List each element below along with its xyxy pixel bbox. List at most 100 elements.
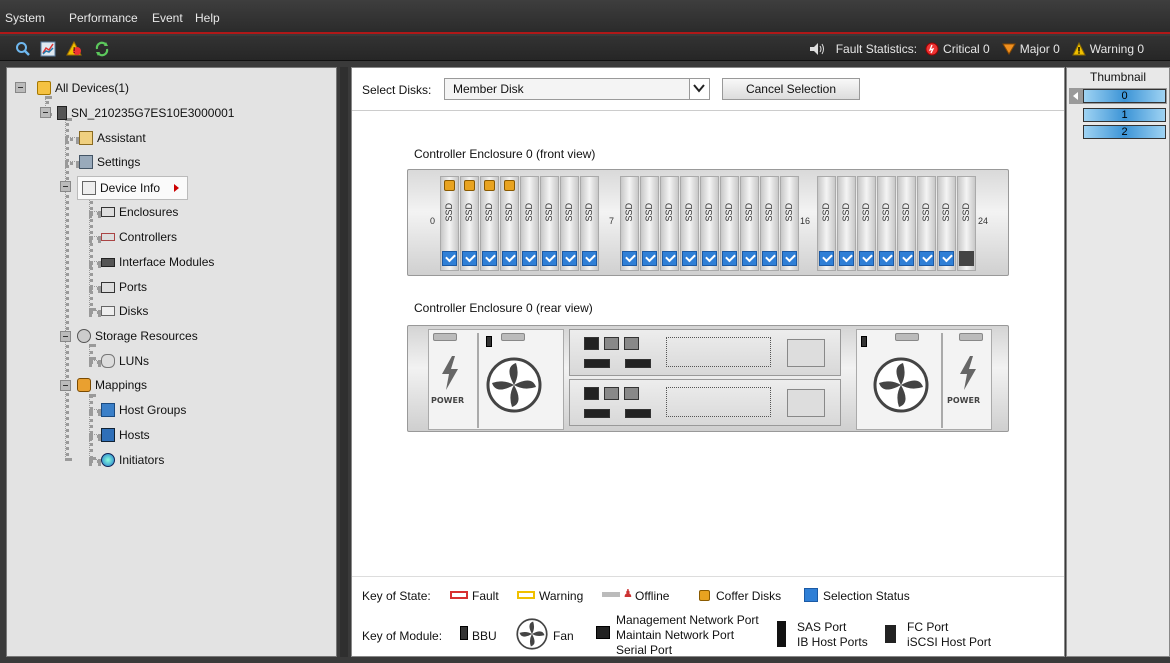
selection-check-icon[interactable]: [722, 251, 737, 266]
disk-bay-11[interactable]: SSD: [680, 176, 699, 271]
disk-bay-empty[interactable]: SSD: [957, 176, 976, 271]
tree-item-ports[interactable]: Ports: [101, 278, 147, 296]
tree-all-devices[interactable]: All Devices(1): [37, 79, 129, 97]
disk-bay-16[interactable]: SSD: [780, 176, 799, 271]
collapse-storage-resources[interactable]: [60, 331, 71, 342]
selection-check-icon[interactable]: [482, 251, 497, 266]
search-icon[interactable]: [15, 41, 31, 57]
disk-bay-6[interactable]: SSD: [560, 176, 579, 271]
fc-port-block[interactable]: [787, 339, 825, 367]
menu-system[interactable]: System: [5, 11, 45, 25]
selection-check-icon[interactable]: [582, 251, 597, 266]
tree-item-settings[interactable]: Settings: [79, 153, 140, 171]
disk-bay-5[interactable]: SSD: [540, 176, 559, 271]
disk-bay-17[interactable]: SSD: [817, 176, 836, 271]
disk-bay-9[interactable]: SSD: [640, 176, 659, 271]
pane-splitter[interactable]: [340, 67, 348, 657]
chevron-down-icon[interactable]: [689, 79, 709, 99]
refresh-icon[interactable]: [94, 41, 110, 57]
tree-item-hosts[interactable]: Hosts: [101, 426, 150, 444]
thumbnail-page-1[interactable]: 1: [1083, 108, 1166, 122]
tree-item-mappings[interactable]: Mappings: [77, 376, 147, 394]
disk-bay-19[interactable]: SSD: [857, 176, 876, 271]
thumbnail-page-0[interactable]: 0: [1083, 89, 1166, 103]
menu-performance[interactable]: Performance: [69, 11, 138, 25]
selection-check-icon[interactable]: [742, 251, 757, 266]
disk-bay-21[interactable]: SSD: [897, 176, 916, 271]
tree-item-initiators[interactable]: Initiators: [101, 451, 164, 469]
selection-check-icon[interactable]: [542, 251, 557, 266]
sas-port-icon[interactable]: [625, 359, 651, 368]
critical-count[interactable]: Critical 0: [943, 42, 990, 56]
selection-check-icon[interactable]: [819, 251, 834, 266]
collapse-all-devices[interactable]: [15, 82, 26, 93]
disk-bay-13[interactable]: SSD: [720, 176, 739, 271]
disk-bay-4[interactable]: SSD: [520, 176, 539, 271]
disk-bay-0[interactable]: SSD: [440, 176, 459, 271]
selection-check-icon[interactable]: [462, 251, 477, 266]
disk-bay-20[interactable]: SSD: [877, 176, 896, 271]
selection-check-icon[interactable]: [662, 251, 677, 266]
selection-check-icon[interactable]: [522, 251, 537, 266]
tree-item-device-info[interactable]: Device Info: [77, 176, 189, 200]
selection-check-icon[interactable]: [682, 251, 697, 266]
disk-bay-3[interactable]: SSD: [500, 176, 519, 271]
serial-port-icon[interactable]: [624, 337, 639, 350]
selection-check-icon[interactable]: [622, 251, 637, 266]
selection-check-icon[interactable]: [762, 251, 777, 266]
selection-check-icon[interactable]: [702, 251, 717, 266]
thumbnail-page-2[interactable]: 2: [1083, 125, 1166, 139]
major-count[interactable]: Major 0: [1020, 42, 1060, 56]
chart-icon[interactable]: [40, 41, 56, 57]
menu-event[interactable]: Event: [152, 11, 183, 25]
sas-port-icon[interactable]: [584, 359, 610, 368]
selection-check-icon[interactable]: [939, 251, 954, 266]
disk-bay-10[interactable]: SSD: [660, 176, 679, 271]
selection-check-icon[interactable]: [642, 251, 657, 266]
mgmt-port-icon[interactable]: [584, 387, 599, 400]
collapse-device-info[interactable]: [60, 181, 71, 192]
selection-check-icon[interactable]: [859, 251, 874, 266]
disk-bay-18[interactable]: SSD: [837, 176, 856, 271]
cancel-selection-button[interactable]: Cancel Selection: [722, 78, 860, 100]
disk-bay-12[interactable]: SSD: [700, 176, 719, 271]
tree-item-assistant[interactable]: Assistant: [79, 129, 146, 147]
alarm-icon[interactable]: !: [66, 41, 82, 57]
disk-bay-23[interactable]: SSD: [937, 176, 956, 271]
select-disks-dropdown[interactable]: Member Disk: [444, 78, 710, 100]
tree-device-serial[interactable]: SN_210235G7ES10E3000001: [57, 104, 234, 122]
mgmt-port-icon[interactable]: [584, 337, 599, 350]
speaker-icon[interactable]: [808, 42, 826, 56]
tree-item-enclosures[interactable]: Enclosures: [101, 203, 178, 221]
tree-item-luns[interactable]: LUNs: [101, 352, 149, 370]
tree-item-storage-resources[interactable]: Storage Resources: [77, 327, 198, 345]
selection-check-icon[interactable]: [839, 251, 854, 266]
sas-port-icon[interactable]: [584, 409, 610, 418]
fc-port-block[interactable]: [787, 389, 825, 417]
tree-item-host-groups[interactable]: Host Groups: [101, 401, 186, 419]
sas-port-icon[interactable]: [625, 409, 651, 418]
disk-bay-7[interactable]: SSD: [580, 176, 599, 271]
disk-bay-8[interactable]: SSD: [620, 176, 639, 271]
selection-check-icon[interactable]: [442, 251, 457, 266]
tree-item-disks[interactable]: Disks: [101, 302, 148, 320]
collapse-mappings[interactable]: [60, 380, 71, 391]
controller-a[interactable]: [569, 329, 841, 376]
serial-port-icon[interactable]: [624, 387, 639, 400]
warning-count[interactable]: Warning 0: [1090, 42, 1144, 56]
empty-interface-slot[interactable]: [666, 387, 771, 417]
maint-port-icon[interactable]: [604, 337, 619, 350]
disk-bay-2[interactable]: SSD: [480, 176, 499, 271]
power-supply-right[interactable]: POWER: [856, 329, 992, 430]
menu-help[interactable]: Help: [195, 11, 220, 25]
selection-check-icon[interactable]: [919, 251, 934, 266]
collapse-device[interactable]: [40, 107, 51, 118]
power-supply-left[interactable]: POWER: [428, 329, 564, 430]
disk-bay-1[interactable]: SSD: [460, 176, 479, 271]
selection-check-icon[interactable]: [782, 251, 797, 266]
maint-port-icon[interactable]: [604, 387, 619, 400]
empty-interface-slot[interactable]: [666, 337, 771, 367]
selection-check-icon[interactable]: [899, 251, 914, 266]
selection-check-icon[interactable]: [502, 251, 517, 266]
selection-check-icon[interactable]: [879, 251, 894, 266]
